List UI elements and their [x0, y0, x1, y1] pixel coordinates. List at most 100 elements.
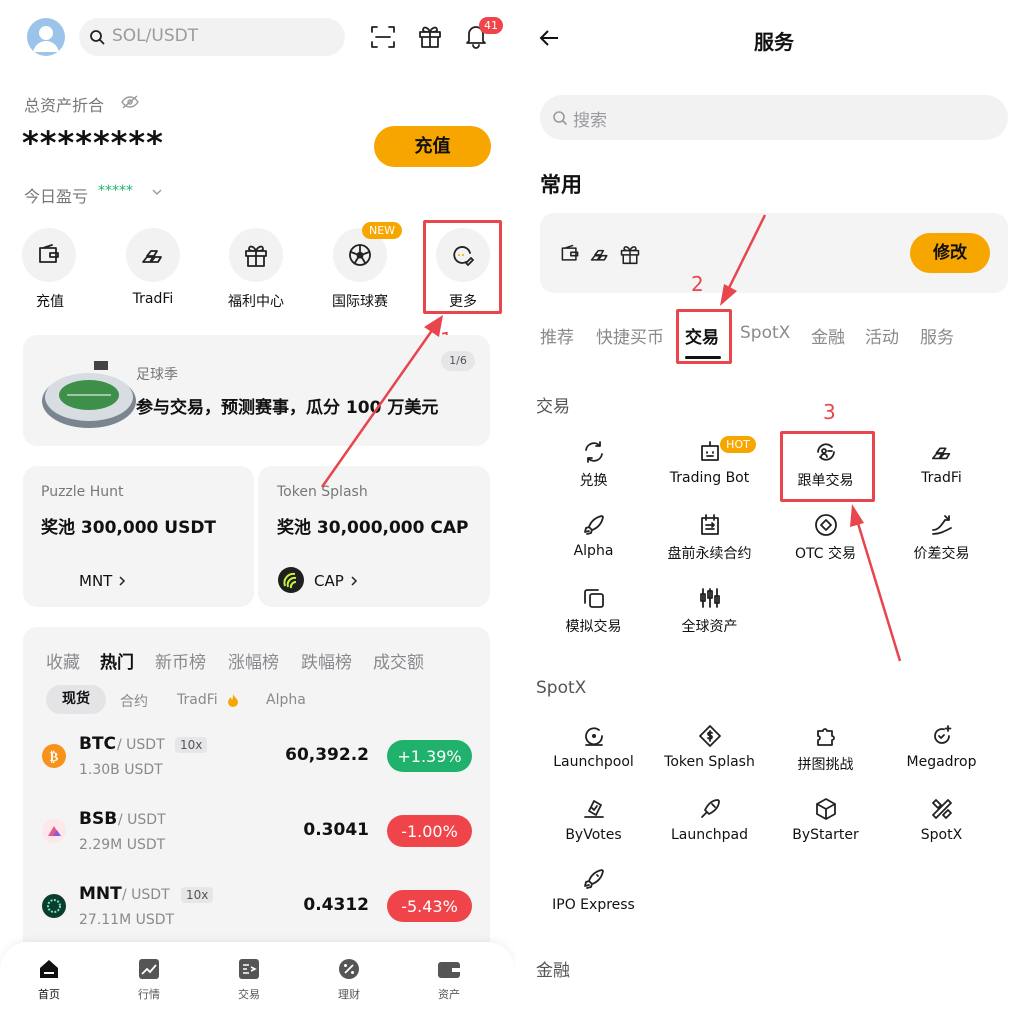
scan-icon[interactable]: [370, 24, 396, 50]
gift-icon[interactable]: [417, 23, 443, 49]
service-spotx[interactable]: SpotX: [884, 797, 999, 843]
market-tab-new[interactable]: 新币榜: [155, 648, 206, 673]
nav-markets[interactable]: 行情: [119, 958, 179, 1002]
chevron-right-icon: [119, 576, 126, 586]
gold-bars-icon: [931, 447, 950, 460]
tab-quick-buy[interactable]: 快捷买币: [596, 323, 664, 348]
deposit-button[interactable]: 充值: [374, 126, 491, 167]
service-ipo-express[interactable]: IPO Express: [536, 867, 651, 913]
pnl-value: *****: [98, 183, 133, 199]
service-label: Launchpool: [553, 754, 634, 770]
nav-label: 行情: [138, 988, 160, 1001]
spotx-icon: [931, 799, 952, 819]
rocket-icon: [583, 515, 604, 535]
nav-assets[interactable]: 资产: [419, 958, 479, 1002]
table-row[interactable]: BSB / USDT 2.29M USDT 0.3041 -1.00%: [24, 797, 490, 867]
wallet-icon: [561, 244, 579, 261]
token-splash-icon: [698, 725, 721, 747]
service-byvotes[interactable]: ByVotes: [536, 797, 651, 843]
table-row[interactable]: ₿ BTC / USDT 10x 1.30B USDT 60,392.2 +1.…: [24, 722, 490, 792]
robot-icon: [700, 441, 719, 461]
quick-deposit[interactable]: [22, 228, 76, 282]
search-bar[interactable]: SOL/USDT: [79, 18, 345, 56]
service-megadrop[interactable]: Megadrop: [884, 724, 999, 770]
hide-eye-icon[interactable]: [121, 95, 139, 109]
gold-bars-icon: [590, 249, 608, 261]
service-label: Trading Bot: [669, 470, 750, 486]
otc-icon: [814, 514, 837, 536]
row-change: -1.00%: [387, 815, 472, 847]
row-leverage: 10x: [181, 887, 214, 903]
search-icon: [553, 111, 568, 126]
svg-text:₿: ₿: [50, 750, 59, 765]
service-label: 模拟交易: [565, 619, 622, 635]
service-label: 拼图挑战: [797, 757, 854, 773]
service-spread[interactable]: 价差交易: [884, 513, 999, 563]
tab-finance[interactable]: 金融: [811, 323, 845, 348]
table-row[interactable]: MNT / USDT 10x 27.11M USDT 0.4312 -5.43%: [24, 872, 490, 942]
annotation-number-2: 2: [691, 272, 704, 296]
subtab-alpha[interactable]: Alpha: [266, 692, 306, 708]
annotation-box-3: [780, 431, 875, 502]
service-label: Launchpad: [670, 827, 749, 843]
promo-card-token-splash[interactable]: Token Splash 奖池 30,000,000 CAP CAP: [258, 466, 490, 607]
hot-badge: HOT: [720, 436, 756, 453]
row-quote: / USDT: [122, 887, 170, 903]
service-swap[interactable]: 兑换: [536, 440, 651, 490]
quick-rewards[interactable]: [229, 228, 283, 282]
edit-button[interactable]: 修改: [910, 233, 990, 273]
service-launchpad[interactable]: Launchpad: [652, 797, 767, 843]
service-alpha[interactable]: Alpha: [536, 513, 651, 559]
tab-spotx[interactable]: SpotX: [740, 323, 790, 343]
tab-services[interactable]: 服务: [920, 323, 954, 348]
service-demo-trading[interactable]: 模拟交易: [536, 586, 651, 636]
market-tab-losers[interactable]: 跌幅榜: [301, 648, 352, 673]
promo-card-puzzle-hunt[interactable]: Puzzle Hunt 奖池 300,000 USDT MNT: [23, 466, 254, 607]
banner-kicker: 足球季: [136, 367, 178, 383]
total-assets-value: ********: [22, 124, 164, 162]
row-base: BTC: [79, 734, 117, 754]
service-premarket-perp[interactable]: 盘前永续合约: [652, 513, 767, 563]
chart-icon: [139, 959, 159, 979]
service-global-assets[interactable]: 全球资产: [652, 586, 767, 636]
service-bystarter[interactable]: ByStarter: [768, 797, 883, 843]
row-price: 0.3041: [303, 820, 369, 840]
row-base: MNT: [79, 884, 122, 904]
market-tab-hot[interactable]: 热门: [100, 648, 134, 673]
megadrop-icon: [933, 725, 951, 744]
swap-icon: [584, 441, 603, 463]
tab-recommended[interactable]: 推荐: [540, 323, 574, 348]
service-launchpool[interactable]: Launchpool: [536, 724, 651, 770]
row-volume: 2.29M USDT: [79, 837, 166, 853]
subtab-spot[interactable]: 现货: [46, 685, 106, 714]
market-tab-favorites[interactable]: 收藏: [46, 648, 80, 673]
quick-tradfi[interactable]: [126, 228, 180, 282]
search-bar[interactable]: 搜索: [540, 95, 1008, 140]
soccer-ball-icon: [349, 244, 371, 266]
service-otc[interactable]: OTC 交易: [768, 513, 883, 563]
back-arrow-icon[interactable]: [538, 28, 560, 48]
promo-token: CAP: [314, 572, 344, 590]
nav-home[interactable]: 首页: [19, 958, 79, 1002]
subtab-tradfi[interactable]: TradFi: [177, 692, 218, 708]
service-tradfi[interactable]: TradFi: [884, 440, 999, 486]
market-tab-gainers[interactable]: 涨幅榜: [228, 648, 279, 673]
nav-trade[interactable]: 交易: [219, 958, 279, 1002]
section-title-trade: 交易: [536, 397, 570, 417]
service-puzzle-challenge[interactable]: 拼图挑战: [768, 724, 883, 774]
nav-earn[interactable]: 理财: [319, 958, 379, 1002]
market-tab-volume[interactable]: 成交额: [373, 648, 424, 673]
row-volume: 1.30B USDT: [79, 762, 163, 778]
row-price: 60,392.2: [285, 745, 369, 765]
chevron-right-icon: [351, 576, 358, 586]
gift-icon: [620, 246, 640, 265]
subtab-futures[interactable]: 合约: [120, 691, 148, 711]
service-label: ByVotes: [565, 827, 622, 843]
avatar[interactable]: [27, 18, 65, 56]
row-leverage: 10x: [175, 737, 208, 753]
promo-prize: 奖池 300,000 USDT: [41, 518, 217, 538]
promo-banner[interactable]: 足球季 参与交易，预测赛事，瓜分 100 万美元 1/6: [23, 335, 490, 446]
service-token-splash[interactable]: Token Splash: [652, 724, 767, 770]
tab-events[interactable]: 活动: [865, 323, 899, 348]
chevron-down-icon[interactable]: [151, 187, 163, 197]
